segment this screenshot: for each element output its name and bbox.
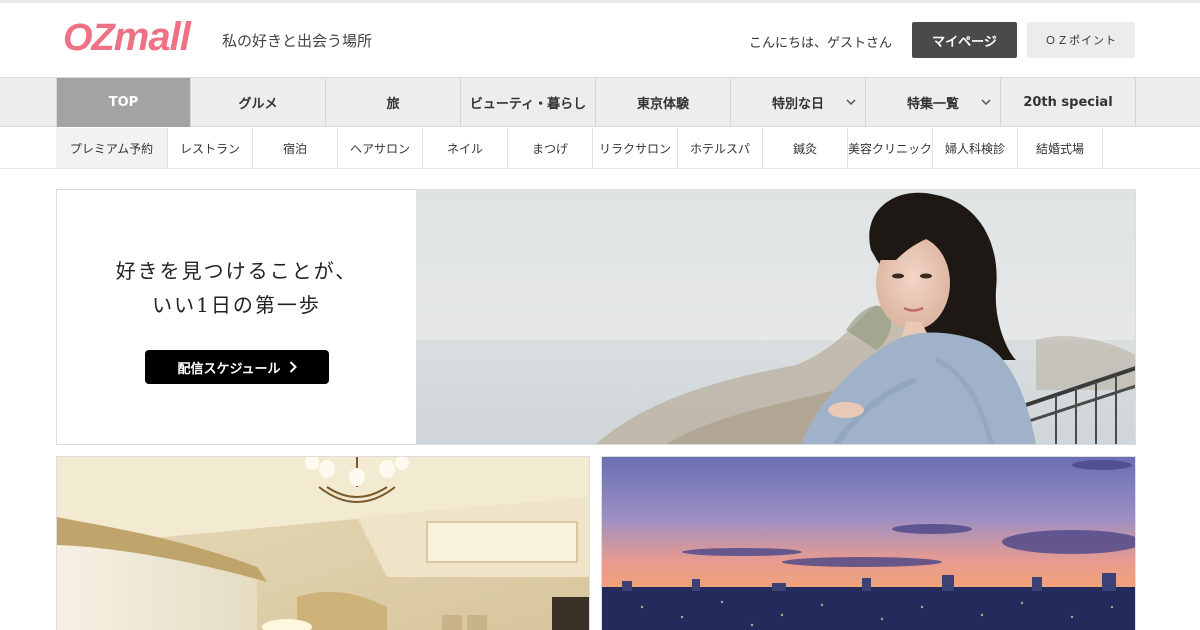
main-nav-list: TOP グルメ 旅 ビューティ・暮らし 東京体験 特別な日 特集一覧 20th special [56, 78, 1136, 127]
main-nav-tab-label: 20th special [1023, 95, 1113, 110]
main-nav-tab-label: TOP [108, 95, 139, 110]
hero-banner[interactable]: 好きを見つけることが、 いい1日の第一歩 配信スケジュール [56, 189, 1136, 445]
main-nav-tab-7[interactable]: 20th special [1001, 78, 1136, 127]
city-sunset-photo [602, 457, 1135, 630]
sub-nav-item-11[interactable]: 結婚式場 [1018, 128, 1103, 168]
main-nav: TOP グルメ 旅 ビューティ・暮らし 東京体験 特別な日 特集一覧 20th special [0, 77, 1200, 127]
hotel-room-photo [57, 457, 589, 630]
sub-nav-item-10[interactable]: 婦人科検診 [933, 128, 1018, 168]
sub-nav-item-6[interactable]: リラクサロン [593, 128, 678, 168]
mypage-button[interactable]: マイページ [912, 22, 1017, 58]
sub-nav-item-5[interactable]: まつげ [508, 128, 593, 168]
sub-nav-item-9[interactable]: 美容クリニック [848, 128, 933, 168]
hero-line-1: 好きを見つけることが、 [115, 259, 358, 283]
main-nav-tab-label: 特別な日 [771, 97, 824, 112]
main-nav-tab-label: 旅 [386, 97, 400, 112]
main-nav-tab-label: 東京体験 [636, 97, 689, 112]
chevron-down-icon [846, 99, 856, 106]
site-header: OZmall 私の好きと出会う場所 こんにちは、ゲストさん マイページ ＯＺポイ… [0, 3, 1200, 77]
logo-mall-text: mall [113, 15, 191, 59]
sub-nav-item-7[interactable]: ホテルスパ [678, 128, 763, 168]
schedule-button-label: 配信スケジュール [177, 361, 281, 377]
oz-point-button[interactable]: ＯＺポイント [1027, 22, 1135, 58]
site-tagline: 私の好きと出会う場所 [222, 32, 373, 50]
hero-text-panel: 好きを見つけることが、 いい1日の第一歩 配信スケジュール [57, 190, 416, 444]
card-hotel-room[interactable] [56, 456, 590, 630]
sub-nav-item-8[interactable]: 鍼灸 [763, 128, 848, 168]
hero-copy: 好きを見つけることが、 いい1日の第一歩 [57, 254, 416, 322]
hero-line-2: いい1日の第一歩 [152, 293, 321, 317]
ozmall-logo[interactable]: OZmall [63, 15, 191, 59]
chevron-right-icon [289, 361, 297, 373]
main-nav-tab-1[interactable]: グルメ [191, 78, 326, 127]
card-city-sunset[interactable] [601, 456, 1136, 630]
main-nav-tab-0[interactable]: TOP [56, 78, 191, 127]
sub-nav-item-1[interactable]: レストラン [168, 128, 253, 168]
main-nav-tab-5[interactable]: 特別な日 [731, 78, 866, 127]
sub-nav-list: プレミアム予約 レストラン 宿泊 ヘアサロン ネイル まつげ リラクサロン ホテルスパ 鍼灸 美容… [56, 128, 1103, 168]
sub-nav-item-3[interactable]: ヘアサロン [338, 128, 423, 168]
main-nav-tab-label: グルメ [238, 97, 278, 112]
hero-photo-woman-seaside [416, 190, 1135, 444]
logo-oz-text: OZ [63, 17, 115, 59]
main-nav-tab-2[interactable]: 旅 [326, 78, 461, 127]
sub-nav-item-0[interactable]: プレミアム予約 [56, 128, 168, 168]
main-nav-tab-label: 特集一覧 [906, 97, 959, 112]
sub-nav: プレミアム予約 レストラン 宿泊 ヘアサロン ネイル まつげ リラクサロン ホテルスパ 鍼灸 美容… [0, 128, 1200, 169]
chevron-down-icon [981, 99, 991, 106]
sub-nav-item-2[interactable]: 宿泊 [253, 128, 338, 168]
main-nav-tab-3[interactable]: ビューティ・暮らし [461, 78, 596, 127]
main-nav-tab-6[interactable]: 特集一覧 [866, 78, 1001, 127]
main-nav-tab-4[interactable]: 東京体験 [596, 78, 731, 127]
guest-greeting: こんにちは、ゲストさん [749, 36, 893, 51]
main-nav-tab-label: ビューティ・暮らし [469, 97, 587, 112]
sub-nav-item-4[interactable]: ネイル [423, 128, 508, 168]
schedule-button[interactable]: 配信スケジュール [145, 350, 329, 384]
